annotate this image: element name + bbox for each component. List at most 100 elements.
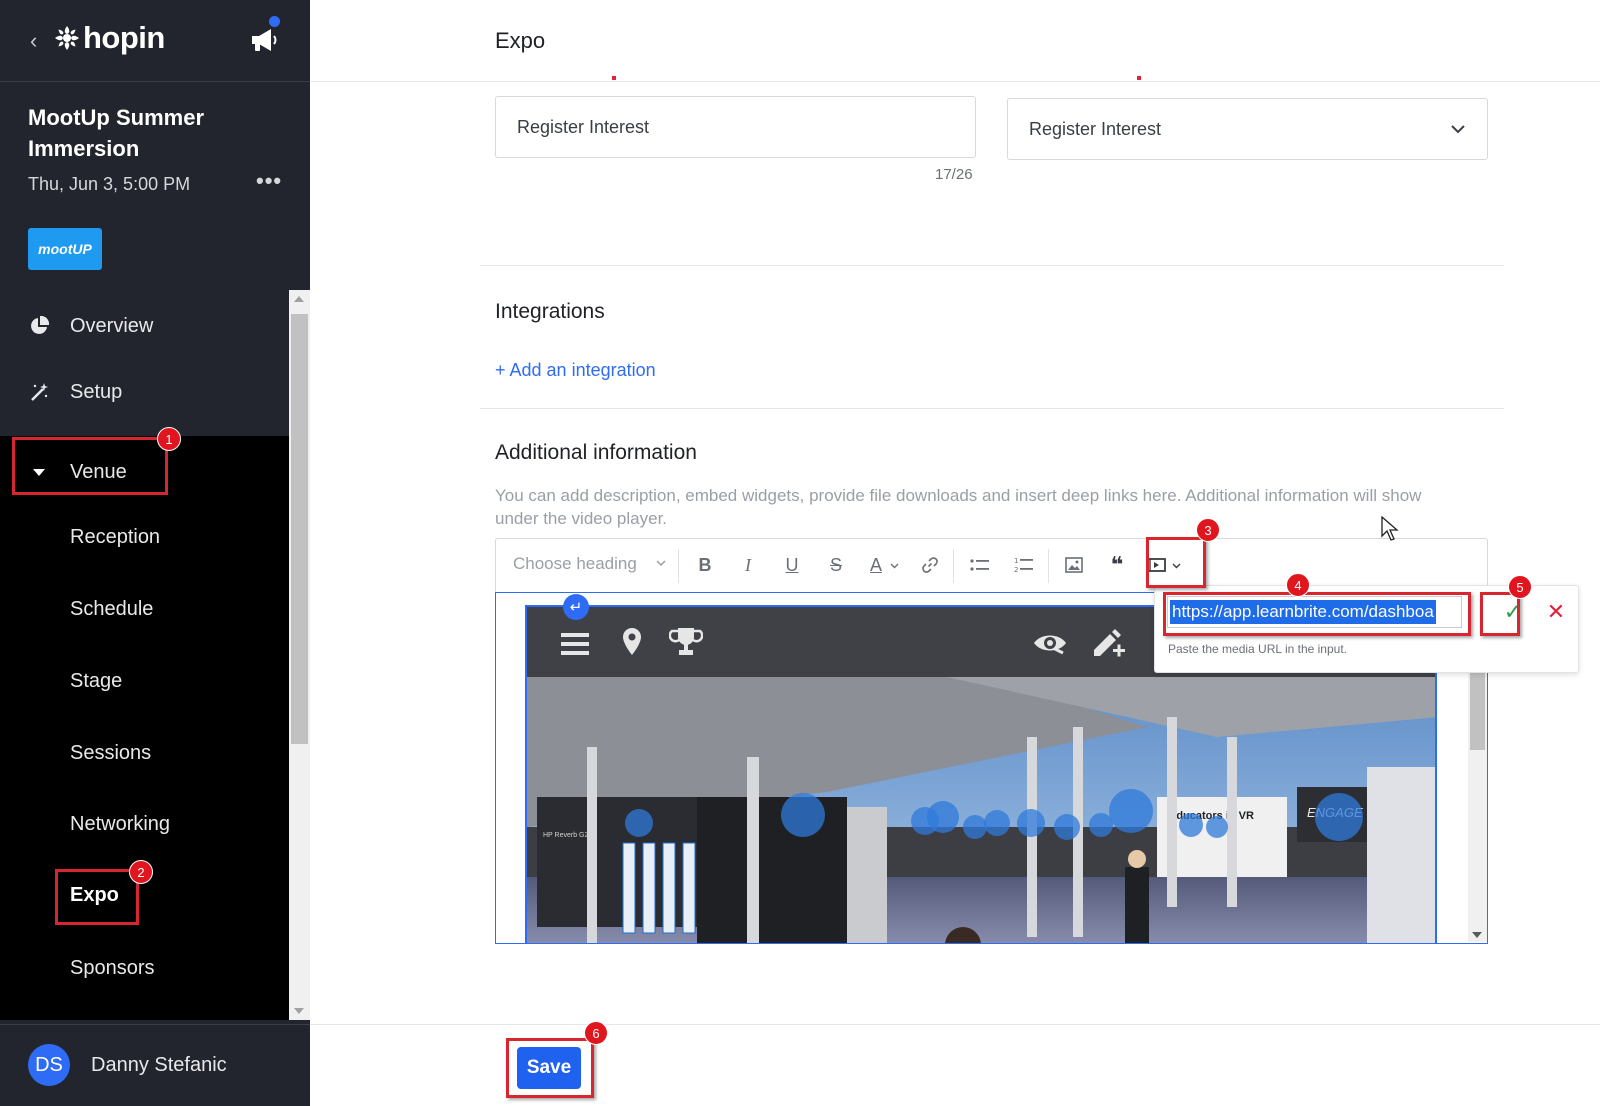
required-marker <box>1137 76 1141 80</box>
sidebar-item-sessions[interactable]: Sessions <box>70 742 151 765</box>
svg-text:1: 1 <box>1014 557 1018 565</box>
trophy-icon[interactable] <box>669 627 703 657</box>
sidebar-item-setup[interactable]: Setup <box>0 356 289 428</box>
event-title: MootUp Summer Immersion <box>28 105 204 161</box>
button-text-input[interactable]: Register Interest <box>495 96 976 158</box>
additional-info-help: You can add description, embed widgets, … <box>495 486 1422 528</box>
event-logo: mootUP <box>28 228 102 270</box>
venue-submenu: Venue Reception Schedule Stage Sessions … <box>0 436 289 1020</box>
media-url-value: https://app.learnbrite.com/dashboa <box>1170 600 1436 624</box>
scroll-up-icon[interactable] <box>294 296 304 302</box>
scroll-down-icon[interactable] <box>294 1008 304 1014</box>
map-pin-icon[interactable] <box>621 627 643 657</box>
insert-media-button[interactable] <box>1144 553 1168 577</box>
back-chevron-icon[interactable]: ‹ <box>30 28 37 54</box>
caret-down-icon <box>28 461 50 483</box>
sidebar-item-label: Overview <box>70 314 154 337</box>
sidebar-item-reception[interactable]: Reception <box>70 526 160 549</box>
avatar: DS <box>28 1044 70 1086</box>
editor-toolbar: Choose heading B I U S A 12 ❝ <box>495 538 1488 592</box>
sidebar-item-overview[interactable]: Overview <box>0 290 289 362</box>
enter-arrow-icon[interactable]: ↵ <box>563 594 589 620</box>
step-badge-4: 4 <box>1286 573 1310 597</box>
cancel-x-icon[interactable]: ✕ <box>1544 599 1568 624</box>
integrations-title: Integrations <box>495 300 605 323</box>
bulleted-list-button[interactable] <box>968 553 992 577</box>
editor-scrollbar[interactable] <box>1468 664 1487 942</box>
button-action-select[interactable]: Register Interest <box>1007 98 1488 160</box>
vr-expo-hall-image: Educators in VR ENGAGE HP Reverb G2 <box>527 677 1435 943</box>
section-divider <box>480 408 1504 409</box>
scrollbar-thumb[interactable] <box>291 314 308 744</box>
notification-dot <box>269 16 280 27</box>
magic-wand-icon <box>28 381 50 403</box>
sidebar-item-label: Setup <box>70 380 123 403</box>
underline-button[interactable]: U <box>780 553 804 577</box>
hopin-mark-icon <box>55 26 79 50</box>
required-marker <box>612 76 616 80</box>
sidebar-item-schedule[interactable]: Schedule <box>70 598 153 621</box>
page-footer: Save <box>310 1024 1600 1106</box>
section-divider <box>480 265 1504 266</box>
media-url-hint: Paste the media URL in the input. <box>1168 642 1347 656</box>
step-badge-5: 5 <box>1508 575 1532 599</box>
megaphone-icon <box>252 29 277 51</box>
chevron-down-icon <box>1451 125 1465 134</box>
chevron-down-icon <box>656 560 666 567</box>
font-color-button[interactable]: A <box>864 553 888 577</box>
blockquote-button[interactable]: ❝ <box>1105 552 1129 577</box>
step-badge-1: 1 <box>157 427 181 451</box>
step-badge-3: 3 <box>1196 518 1220 542</box>
toolbar-divider <box>678 549 679 583</box>
link-button[interactable] <box>918 553 942 577</box>
insert-image-button[interactable] <box>1062 553 1086 577</box>
save-button[interactable]: Save <box>517 1047 581 1089</box>
scrollbar-thumb[interactable] <box>1470 670 1485 750</box>
select-value: Register Interest <box>1029 118 1162 139</box>
eye-icon[interactable] <box>1033 631 1067 655</box>
image-icon <box>1065 557 1083 573</box>
announcements-button[interactable] <box>248 16 282 56</box>
link-icon <box>922 557 938 573</box>
sidebar-scrollbar[interactable] <box>289 290 310 1020</box>
edit-add-icon[interactable] <box>1091 625 1127 659</box>
sign-hp: HP Reverb G2 <box>543 832 588 839</box>
italic-button[interactable]: I <box>736 553 760 577</box>
sidebar-item-networking[interactable]: Networking <box>70 813 170 836</box>
vr-scene-image: Educators in VR ENGAGE HP Reverb G2 <box>527 677 1435 943</box>
sidebar-header: ‹ hopin <box>0 0 310 82</box>
mouse-cursor-icon <box>1381 516 1399 541</box>
sidebar-item-venue[interactable]: Venue <box>0 436 289 508</box>
event-more-button[interactable]: ••• <box>256 168 282 194</box>
bulleted-list-icon <box>970 559 989 571</box>
numbered-list-button[interactable]: 12 <box>1012 553 1036 577</box>
sidebar-item-stage[interactable]: Stage <box>70 670 122 693</box>
confirm-check-icon[interactable]: ✓ <box>1501 599 1525 624</box>
event-date: Thu, Jun 3, 5:00 PM <box>28 174 191 194</box>
add-integration-link[interactable]: + Add an integration <box>495 360 656 381</box>
hamburger-menu-icon[interactable] <box>561 631 591 657</box>
main-content: Expo Register Interest 17/26 Register In… <box>310 0 1600 1106</box>
svg-text:2: 2 <box>1014 566 1018 574</box>
numbered-list-icon: 12 <box>1014 557 1033 574</box>
page-header: Expo <box>310 0 1600 82</box>
media-embed-icon <box>1146 558 1166 572</box>
sidebar-item-label: Venue <box>70 460 127 483</box>
sidebar: ‹ hopin MootUp Summer Immersion Thu, Jun… <box>0 0 310 1106</box>
step-badge-6: 6 <box>584 1021 608 1045</box>
strikethrough-button[interactable]: S <box>824 553 848 577</box>
char-counter: 17/26 <box>935 166 973 183</box>
chevron-down-icon <box>890 563 899 569</box>
sidebar-item-sponsors[interactable]: Sponsors <box>70 957 155 980</box>
bold-button[interactable]: B <box>693 553 717 577</box>
pie-chart-icon <box>28 315 50 337</box>
hopin-logo[interactable]: hopin <box>54 20 165 56</box>
heading-select[interactable]: Choose heading <box>513 554 637 574</box>
user-menu[interactable]: DS Danny Stefanic <box>0 1024 310 1106</box>
brand-name: hopin <box>83 20 165 55</box>
app-root: ‹ hopin MootUp Summer Immersion Thu, Jun… <box>0 0 1600 1106</box>
sidebar-item-expo[interactable]: Expo <box>70 884 119 907</box>
scroll-down-icon[interactable] <box>1472 932 1482 938</box>
media-url-input[interactable]: https://app.learnbrite.com/dashboa <box>1167 596 1462 628</box>
user-name: Danny Stefanic <box>91 1054 227 1076</box>
